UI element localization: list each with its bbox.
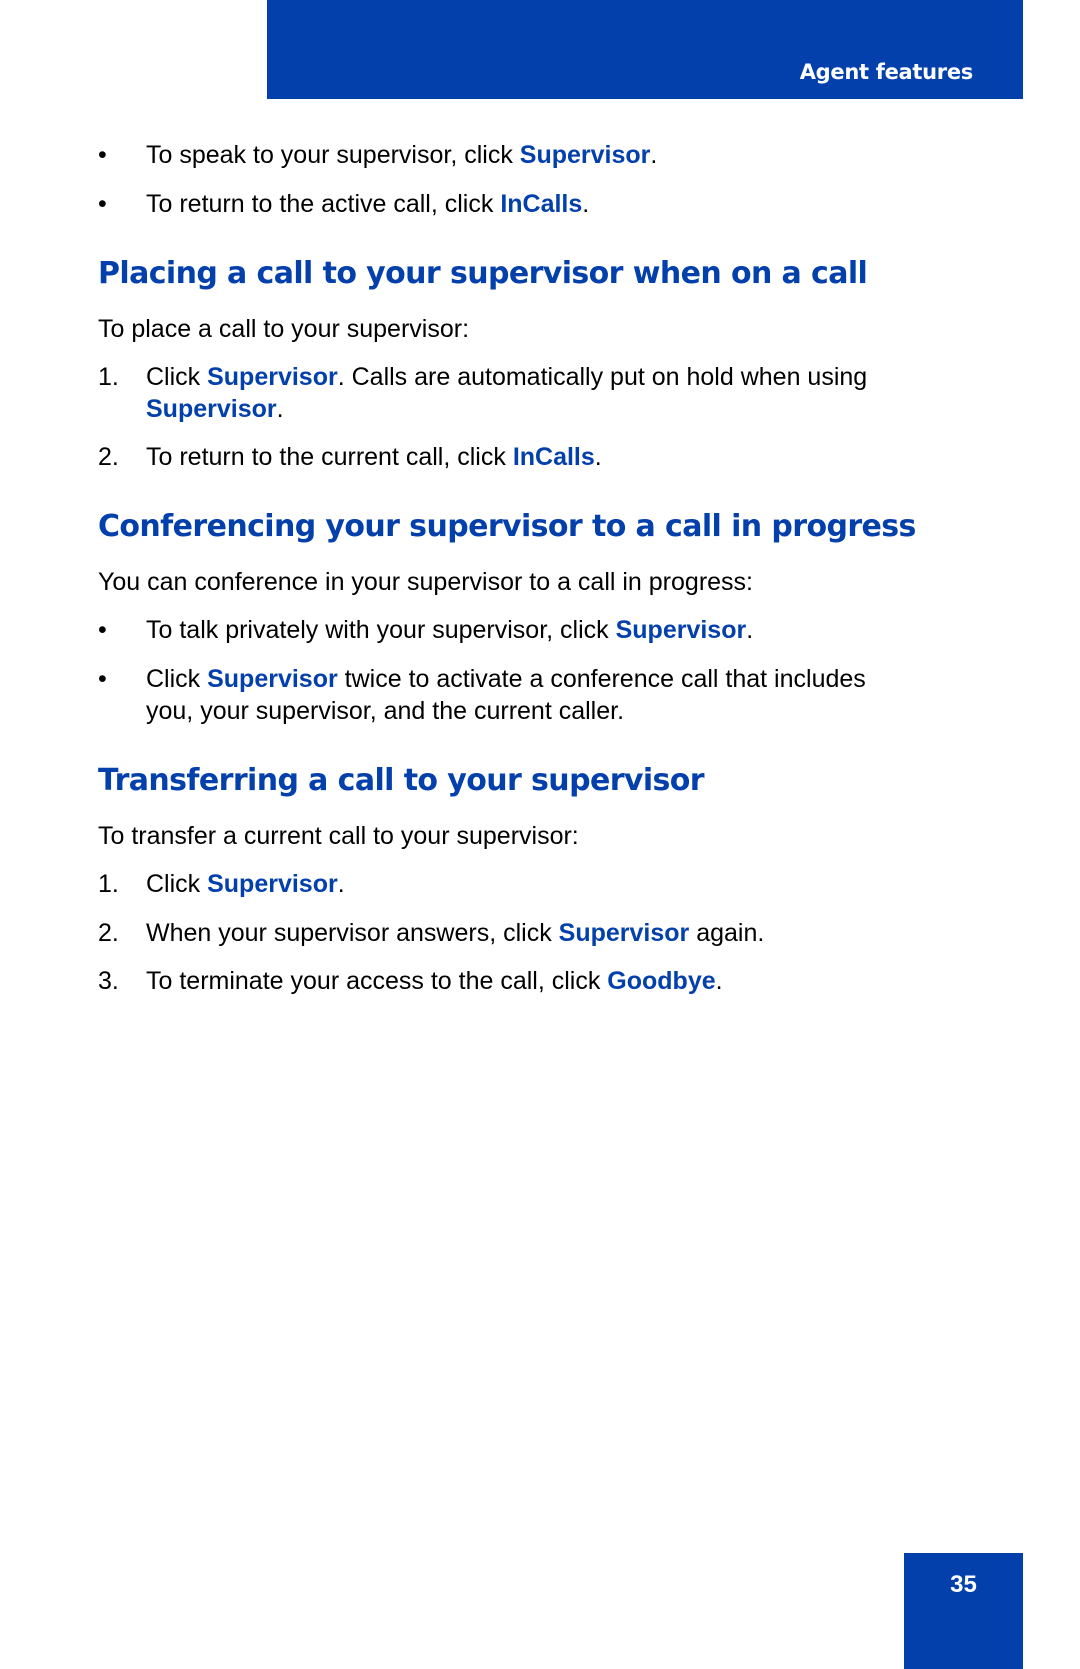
number-marker: 2.	[98, 919, 119, 947]
bullet-marker: •	[98, 665, 107, 693]
item-text: To speak to your supervisor, click	[146, 141, 520, 169]
keyword-supervisor: Supervisor	[558, 919, 690, 947]
item-text-end: again.	[689, 919, 765, 947]
page-number: 35	[950, 1571, 977, 1598]
item-text: you, your supervisor, and the current ca…	[146, 697, 625, 725]
item-text: Click	[146, 363, 208, 391]
number-marker: 1.	[98, 870, 119, 898]
item-text: Click	[146, 870, 208, 898]
bullet-marker: •	[98, 141, 107, 169]
section-intro: To transfer a current call to your super…	[98, 822, 579, 850]
item-text: To return to the current call, click	[146, 443, 513, 471]
keyword-supervisor: Supervisor	[519, 141, 651, 169]
keyword-supervisor: Supervisor	[207, 870, 338, 898]
keyword-incalls: InCalls	[500, 190, 583, 218]
item-text: Click	[146, 665, 208, 693]
section-heading: Conferencing your supervisor to a call i…	[98, 509, 916, 544]
keyword-incalls: InCalls	[512, 443, 595, 471]
item-text: To return to the active call, click	[146, 190, 501, 218]
keyword-supervisor: Supervisor	[207, 665, 338, 693]
keyword-goodbye: Goodbye	[607, 967, 716, 995]
number-marker: 3.	[98, 967, 119, 995]
page-number-box: 35	[904, 1553, 1023, 1669]
bullet-marker: •	[98, 616, 107, 644]
bullet-marker: •	[98, 190, 107, 218]
item-text-end: .	[715, 967, 723, 995]
item-text-end: .	[337, 870, 345, 898]
keyword-supervisor: Supervisor	[207, 363, 338, 391]
item-text-end: .	[650, 141, 658, 169]
section-intro: To place a call to your supervisor:	[98, 315, 470, 343]
item-text-end: .	[276, 395, 284, 423]
number-marker: 1.	[98, 363, 119, 391]
item-text-end: .	[746, 616, 754, 644]
number-marker: 2.	[98, 443, 119, 471]
item-text-end: .	[594, 443, 602, 471]
item-text-end: . Calls are automatically put on hold wh…	[337, 363, 868, 391]
header-bar: Agent features	[267, 0, 1023, 99]
item-text: When your supervisor answers, click	[146, 919, 559, 947]
item-text-end: .	[582, 190, 590, 218]
section-title: Agent features	[799, 60, 974, 84]
section-heading: Placing a call to your supervisor when o…	[98, 256, 868, 291]
keyword-supervisor: Supervisor	[615, 616, 747, 644]
section-intro: You can conference in your supervisor to…	[98, 568, 753, 596]
item-text: To terminate your access to the call, cl…	[146, 967, 608, 995]
section-heading: Transferring a call to your supervisor	[98, 763, 705, 798]
item-text-end: twice to activate a conference call that…	[337, 665, 866, 693]
item-text: To talk privately with your supervisor, …	[146, 616, 616, 644]
keyword-supervisor: Supervisor	[146, 395, 277, 423]
